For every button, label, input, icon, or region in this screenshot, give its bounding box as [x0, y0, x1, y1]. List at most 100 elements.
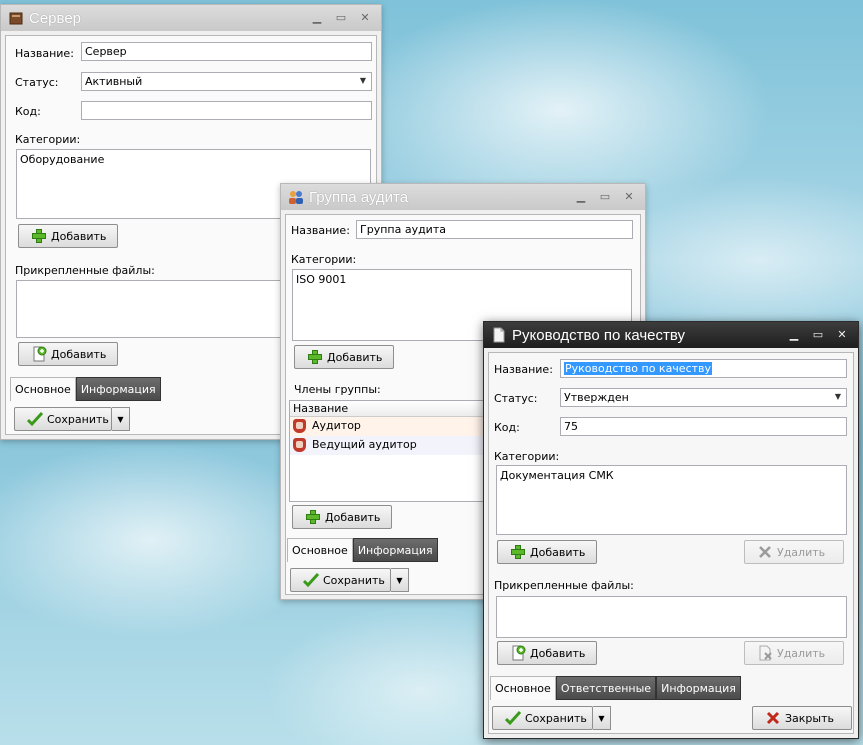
categories-label: Категории: — [291, 253, 357, 266]
maximize-icon[interactable]: ▭ — [331, 9, 351, 25]
tab-info[interactable]: Информация — [656, 676, 741, 700]
list-item[interactable]: Оборудование — [20, 153, 367, 166]
name-field[interactable]: Сервер — [81, 42, 372, 61]
quality-manual-window: Руководство по качеству ▁ ▭ ✕ Название: … — [483, 321, 859, 739]
checkmark-icon — [504, 710, 522, 726]
maximize-icon[interactable]: ▭ — [595, 188, 615, 204]
code-field[interactable] — [81, 101, 372, 120]
delete-category-button[interactable]: Удалить — [744, 540, 844, 564]
button-label: Добавить — [51, 347, 107, 361]
save-button[interactable]: Сохранить — [14, 407, 112, 431]
save-button[interactable]: Сохранить — [492, 706, 593, 730]
code-field[interactable]: 75 — [560, 417, 847, 436]
chevron-down-icon[interactable]: ▼ — [360, 76, 366, 85]
status-value: Активный — [85, 75, 143, 88]
save-button[interactable]: Сохранить — [290, 568, 391, 592]
status-value: Утвержден — [564, 391, 629, 404]
close-icon[interactable]: ✕ — [355, 9, 375, 25]
list-item[interactable]: ISO 9001 — [296, 273, 628, 286]
tab-main[interactable]: Основное — [10, 377, 76, 401]
window-title: Сервер — [29, 10, 82, 27]
server-titlebar[interactable]: Сервер ▁ ▭ ✕ — [1, 5, 381, 31]
add-member-button[interactable]: Добавить — [292, 505, 392, 529]
delete-x-icon — [757, 544, 773, 560]
delete-file-button[interactable]: Удалить — [744, 641, 844, 665]
tab-info[interactable]: Информация — [75, 377, 161, 401]
window-title: Группа аудита — [309, 189, 409, 206]
audit-titlebar[interactable]: Группа аудита ▁ ▭ ✕ — [281, 184, 645, 210]
add-category-button[interactable]: Добавить — [294, 345, 394, 369]
members-label: Члены группы: — [294, 383, 381, 396]
files-list[interactable] — [496, 596, 847, 638]
manual-titlebar[interactable]: Руководство по качеству ▁ ▭ ✕ — [484, 322, 858, 348]
name-value-selected: Руководство по качеству — [564, 362, 713, 375]
categories-label: Категории: — [494, 450, 560, 463]
button-label: Добавить — [530, 646, 586, 660]
status-label: Статус: — [494, 392, 538, 405]
save-dropdown-icon[interactable]: ▼ — [112, 407, 130, 431]
name-label: Название: — [494, 363, 553, 376]
maximize-icon[interactable]: ▭ — [808, 326, 828, 342]
categories-label: Категории: — [15, 133, 81, 146]
checkmark-icon — [302, 572, 320, 588]
tab-main[interactable]: Основное — [287, 538, 353, 562]
button-label: Сохранить — [525, 711, 587, 725]
code-label: Код: — [15, 105, 41, 118]
files-label: Прикрепленные файлы: — [494, 579, 634, 592]
delete-file-icon — [757, 645, 773, 661]
categories-list[interactable]: Документация СМК — [496, 465, 847, 535]
server-icon — [9, 12, 23, 25]
button-label: Добавить — [325, 510, 381, 524]
plus-icon — [305, 509, 321, 525]
manual-form: Название: Руководство по качеству Статус… — [488, 352, 854, 734]
role-mask-icon — [293, 438, 306, 452]
window-title: Руководство по качеству — [512, 327, 686, 344]
group-icon — [289, 191, 303, 204]
member-name: Ведущий аудитор — [312, 438, 417, 451]
add-category-button[interactable]: Добавить — [497, 540, 597, 564]
chevron-down-icon[interactable]: ▼ — [835, 392, 841, 401]
close-x-icon — [765, 710, 781, 726]
document-icon — [493, 327, 505, 343]
code-label: Код: — [494, 421, 520, 434]
tab-responsible[interactable]: Ответственные — [555, 676, 657, 700]
button-label: Удалить — [777, 545, 826, 559]
add-file-icon — [510, 645, 526, 661]
status-select[interactable]: Активный ▼ — [81, 72, 372, 91]
button-label: Удалить — [777, 646, 826, 660]
status-select[interactable]: Утвержден ▼ — [560, 388, 847, 407]
plus-icon — [31, 228, 47, 244]
button-label: Добавить — [327, 350, 383, 364]
add-file-button[interactable]: Добавить — [497, 641, 597, 665]
add-category-button[interactable]: Добавить — [18, 224, 118, 248]
button-label: Закрыть — [785, 711, 834, 725]
minimize-icon[interactable]: ▁ — [784, 326, 804, 342]
close-button[interactable]: Закрыть — [752, 706, 852, 730]
save-dropdown-icon[interactable]: ▼ — [391, 568, 409, 592]
list-item[interactable]: Документация СМК — [500, 469, 843, 482]
button-label: Сохранить — [323, 573, 385, 587]
close-icon[interactable]: ✕ — [619, 188, 639, 204]
name-label: Название: — [291, 224, 350, 237]
tab-main[interactable]: Основное — [490, 676, 556, 700]
checkmark-icon — [26, 411, 44, 427]
add-file-icon — [31, 346, 47, 362]
minimize-icon[interactable]: ▁ — [307, 9, 327, 25]
name-field[interactable]: Руководство по качеству — [560, 359, 847, 378]
save-dropdown-icon[interactable]: ▼ — [593, 706, 611, 730]
close-icon[interactable]: ✕ — [832, 326, 852, 342]
button-label: Сохранить — [47, 412, 109, 426]
plus-icon — [510, 544, 526, 560]
button-label: Добавить — [51, 229, 107, 243]
files-label: Прикрепленные файлы: — [15, 264, 155, 277]
status-label: Статус: — [15, 76, 59, 89]
name-label: Название: — [15, 47, 74, 60]
role-mask-icon — [293, 419, 306, 433]
name-field[interactable]: Группа аудита — [356, 220, 633, 239]
plus-icon — [307, 349, 323, 365]
button-label: Добавить — [530, 545, 586, 559]
member-name: Аудитор — [312, 419, 361, 432]
tab-info[interactable]: Информация — [352, 538, 438, 562]
add-file-button[interactable]: Добавить — [18, 342, 118, 366]
minimize-icon[interactable]: ▁ — [571, 188, 591, 204]
